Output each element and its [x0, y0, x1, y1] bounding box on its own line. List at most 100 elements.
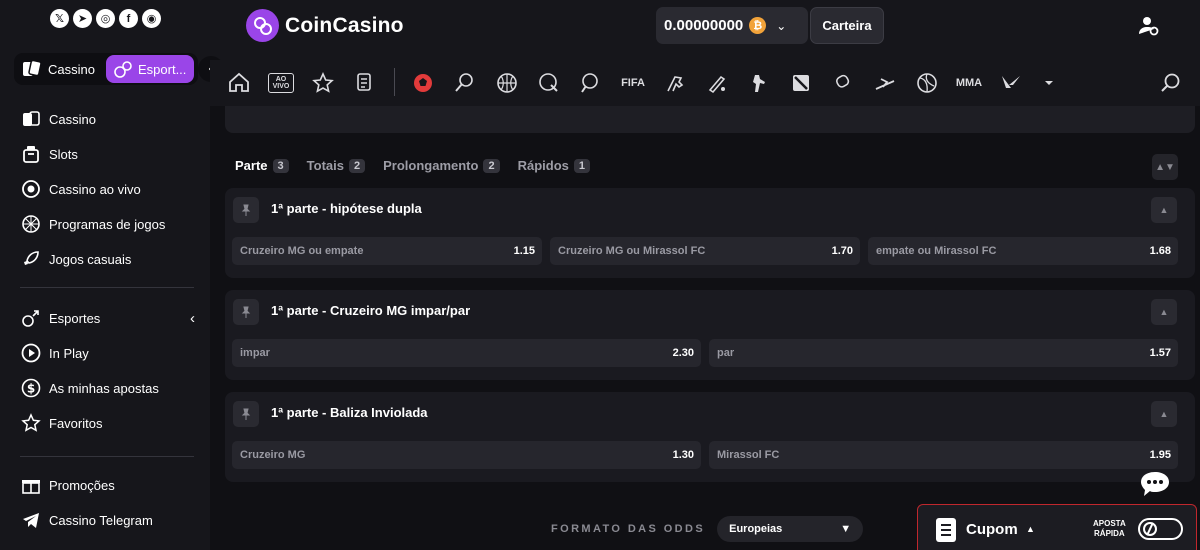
pin-icon[interactable]: [233, 299, 259, 325]
cricket-icon[interactable]: [704, 70, 730, 96]
chat-icon[interactable]: [1138, 470, 1172, 500]
odds-format-select[interactable]: Europeias ▼: [717, 516, 864, 542]
x-icon[interactable]: 𝕏: [50, 9, 69, 28]
soccer-icon[interactable]: [410, 70, 436, 96]
odds-value: 1.57: [1149, 347, 1171, 359]
basketball-icon[interactable]: [494, 70, 520, 96]
mode-sports-label: Esport...: [138, 61, 187, 77]
odds-button[interactable]: Cruzeiro MG ou empate 1.15: [232, 237, 542, 265]
table-tennis-icon[interactable]: [578, 70, 604, 96]
odds-format-label: FORMATO DAS ODDS: [551, 523, 706, 535]
sidebar-divider: [20, 287, 194, 288]
mma-icon[interactable]: MMA: [956, 70, 982, 96]
odds-value: 2.30: [672, 347, 694, 359]
odds-button[interactable]: Cruzeiro MG 1.30: [232, 441, 701, 469]
sidebar-item-label: Favoritos: [49, 415, 103, 431]
tab-rápidos[interactable]: Rápidos 1: [518, 158, 590, 173]
telegram-icon[interactable]: ➤: [73, 9, 92, 28]
collapse-market-button[interactable]: ▲: [1151, 401, 1177, 427]
collapse-market-button[interactable]: ▲: [1151, 299, 1177, 325]
coupon-icon: [936, 518, 956, 542]
horse-racing-icon[interactable]: [662, 70, 688, 96]
market-title: 1ª parte - Baliza Inviolada: [271, 405, 428, 420]
sidebar-item-cassino[interactable]: Cassino: [20, 107, 195, 131]
user-settings-icon[interactable]: [1138, 15, 1160, 37]
tab-label: Rápidos: [517, 158, 569, 173]
odds-format-value: Europeias: [729, 523, 783, 535]
dota-icon[interactable]: [788, 70, 814, 96]
odds-button[interactable]: Mirassol FC 1.95: [709, 441, 1178, 469]
odds-button[interactable]: impar 2.30: [232, 339, 701, 367]
chevron-left-icon[interactable]: ‹: [190, 310, 195, 327]
telegram-icon: [20, 510, 41, 531]
home-icon[interactable]: [226, 70, 252, 96]
rocket-icon: [20, 249, 41, 270]
mode-switch: Cassino Esport...: [14, 53, 198, 85]
star-icon: [20, 413, 41, 434]
sidebar-item-promo-es[interactable]: Promoções: [20, 473, 195, 497]
odds-button[interactable]: par 1.57: [709, 339, 1178, 367]
sidebar-item-jogos-casuais[interactable]: Jogos casuais: [20, 247, 195, 271]
mode-casino-label: Cassino: [48, 61, 95, 77]
betslip-icon[interactable]: [352, 70, 378, 96]
sidebar-item-in-play[interactable]: In Play: [20, 341, 195, 365]
mode-casino-button[interactable]: Cassino: [14, 53, 106, 85]
balance-selector[interactable]: 0.00000000 ₿ ⌄: [656, 7, 808, 44]
brand-name: CoinCasino: [285, 13, 404, 37]
chevron-down-icon: ⌄: [776, 18, 787, 33]
market-title: 1ª parte - hipótese dupla: [271, 201, 422, 216]
collapse-all-button[interactable]: ▲▼: [1152, 154, 1178, 180]
sidebar-item-label: Cassino: [49, 111, 96, 127]
mode-sports-button[interactable]: Esport...: [106, 55, 194, 83]
coupon-panel[interactable]: Cupom ▲ APOSTA RÁPIDA: [917, 504, 1197, 550]
pin-icon[interactable]: [233, 401, 259, 427]
slot-machine-icon: [20, 144, 41, 165]
wallet-button[interactable]: Carteira: [810, 7, 884, 44]
sidebar: 𝕏➤◎f◉ Cassino Esport... ‹ Cassino Slots Ca…: [0, 0, 224, 550]
odds-label: empate ou Mirassol FC: [876, 245, 997, 257]
volleyball-icon[interactable]: [914, 70, 940, 96]
valorant-icon[interactable]: [998, 70, 1024, 96]
search-icon[interactable]: [1158, 70, 1184, 96]
sidebar-item-label: In Play: [49, 345, 89, 361]
collapse-market-button[interactable]: ▲: [1151, 197, 1177, 223]
topbar: CoinCasino 0.00000000 ₿ ⌄ Carteira: [210, 0, 1200, 52]
sidebar-item-slots[interactable]: Slots: [20, 142, 195, 166]
tab-label: Parte: [235, 158, 268, 173]
counter-strike-icon[interactable]: [746, 70, 772, 96]
odds-label: Mirassol FC: [717, 449, 780, 461]
pin-icon[interactable]: [233, 197, 259, 223]
facebook-icon[interactable]: f: [119, 9, 138, 28]
svg-text:$: $: [26, 382, 34, 396]
sidebar-item-cassino-ao-vivo[interactable]: Cassino ao vivo: [20, 177, 195, 201]
live-icon[interactable]: AO VIVO: [268, 70, 294, 96]
sidebar-item-as-minhas-apostas[interactable]: $ As minhas apostas: [20, 376, 195, 400]
sidebar-item-favoritos[interactable]: Favoritos: [20, 411, 195, 435]
boxing-icon[interactable]: [830, 70, 856, 96]
odds-format: FORMATO DAS ODDS Europeias ▼: [551, 516, 864, 542]
tab-totais[interactable]: Totais 2: [307, 158, 366, 173]
star-icon[interactable]: [310, 70, 336, 96]
quick-bet-toggle[interactable]: [1138, 518, 1183, 540]
fifa-icon[interactable]: FIFA: [620, 70, 646, 96]
dollar-icon: $: [20, 378, 41, 399]
tab-parte[interactable]: Parte 3: [235, 158, 289, 173]
tennis-icon[interactable]: [452, 70, 478, 96]
sidebar-item-cassino-telegram[interactable]: Cassino Telegram: [20, 508, 195, 532]
odds-button[interactable]: Cruzeiro MG ou Mirassol FC 1.70: [550, 237, 860, 265]
logo[interactable]: CoinCasino: [246, 9, 404, 42]
odds-label: Cruzeiro MG: [240, 449, 306, 461]
sidebar-item-programas-de-jogos[interactable]: Programas de jogos: [20, 212, 195, 236]
skiing-icon[interactable]: [872, 70, 898, 96]
more-dropdown-icon[interactable]: [1036, 70, 1062, 96]
logo-mark-icon: [246, 9, 279, 42]
hockey-icon[interactable]: [536, 70, 562, 96]
odds-button[interactable]: empate ou Mirassol FC 1.68: [868, 237, 1178, 265]
odds-label: par: [717, 347, 735, 359]
sidebar-item-esportes[interactable]: Esportes ‹: [20, 306, 195, 330]
instagram-icon[interactable]: ◎: [96, 9, 115, 28]
market-card: 1ª parte - hipótese dupla ▲ Cruzeiro MG ou…: [225, 188, 1195, 278]
double-chevron-icon: ▲▼: [1155, 161, 1175, 173]
discord-icon[interactable]: ◉: [142, 9, 161, 28]
tab-prolongamento[interactable]: Prolongamento 2: [383, 158, 500, 173]
